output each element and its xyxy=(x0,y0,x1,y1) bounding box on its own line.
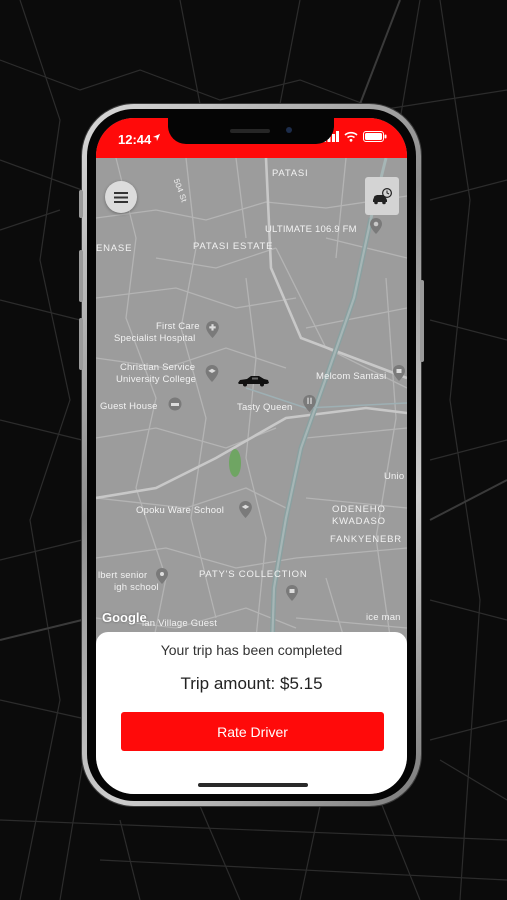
school-pin-icon xyxy=(156,568,168,584)
map-label-high-school: igh school xyxy=(114,582,159,593)
map-label-first-care: First Care xyxy=(156,321,200,332)
battery-icon xyxy=(363,131,387,142)
home-indicator xyxy=(198,783,308,787)
map-label-patasi-estate: PATASI ESTATE xyxy=(193,241,274,252)
map-label-unio: Unio xyxy=(384,471,405,482)
phone-volume-down xyxy=(79,318,83,370)
status-time: 12:44 xyxy=(118,132,152,147)
map-label-patys-collection: PATY'S COLLECTION xyxy=(199,569,308,580)
map-label-opoku-ware: Opoku Ware School xyxy=(136,505,225,516)
map-label-kwadaso: KWADASO xyxy=(332,516,386,527)
rate-driver-button[interactable]: Rate Driver xyxy=(121,712,384,751)
hospital-pin-icon xyxy=(206,321,219,338)
school-pin-icon xyxy=(205,365,219,382)
map-label-albert-senior: lbert senior xyxy=(98,570,148,581)
lodging-icon xyxy=(168,397,182,411)
menu-button[interactable] xyxy=(105,181,137,213)
shopping-pin-icon xyxy=(393,365,405,381)
map-label-specialist-hospital: Specialist Hospital xyxy=(114,333,196,344)
map-label-enase: ENASE xyxy=(96,243,133,254)
wifi-icon xyxy=(344,131,358,142)
map-label-odeneho: ODENEHO xyxy=(332,504,386,515)
trip-status-button[interactable] xyxy=(365,177,399,215)
phone-notch xyxy=(168,118,334,144)
map-label-tasty-queen: Tasty Queen xyxy=(237,402,293,413)
school-pin-icon xyxy=(239,501,252,518)
map-label-village-guest: ian Village Guest xyxy=(142,618,218,629)
google-logo: Google xyxy=(102,610,147,625)
shopping-pin-icon xyxy=(286,585,298,601)
map-pin-icon xyxy=(370,218,382,234)
hamburger-menu-icon xyxy=(114,191,128,203)
trip-complete-message: Your trip has been completed xyxy=(160,642,343,658)
phone-volume-up xyxy=(79,250,83,302)
map-label-university-college: University College xyxy=(116,374,197,385)
phone-power-button xyxy=(420,280,424,362)
map-label-ice-man: ice man xyxy=(366,612,401,623)
car-icon xyxy=(238,376,269,387)
map-view[interactable]: PATASI 504 St PATASI ESTATE ENASE ULTIMA… xyxy=(96,158,407,678)
map-label-patasi: PATASI xyxy=(272,168,309,179)
map-label-guest-house: Guest House xyxy=(100,401,158,412)
map-label-fankyenebra: FANKYENEBR xyxy=(330,534,402,545)
car-clock-icon xyxy=(373,188,392,205)
map-roads xyxy=(96,158,407,678)
map-label-christian-service: Christian Service xyxy=(120,362,196,373)
restaurant-pin-icon xyxy=(303,395,316,412)
map-label-ultimate: ULTIMATE 106.9 FM xyxy=(265,224,357,235)
map-label-melcom: Melcom Santasi xyxy=(316,371,387,382)
location-arrow-icon xyxy=(152,133,161,142)
app-screen: 12:44 PATASI 504 St PATASI ESTATE ENASE … xyxy=(96,118,407,794)
trip-amount: Trip amount: $5.15 xyxy=(180,674,323,693)
phone-side-button xyxy=(79,190,83,218)
trip-complete-sheet: Your trip has been completed Trip amount… xyxy=(96,632,407,794)
